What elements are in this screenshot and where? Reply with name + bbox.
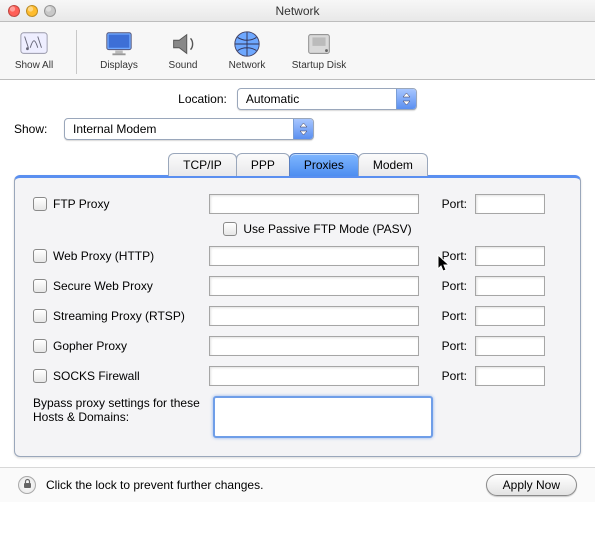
- close-window-button[interactable]: [8, 5, 20, 17]
- window-title: Network: [0, 4, 595, 18]
- show-label: Show:: [14, 122, 54, 136]
- show-value: Internal Modem: [73, 122, 293, 136]
- checkbox-icon: [33, 339, 47, 353]
- proxy-label: SOCKS Firewall: [53, 369, 140, 383]
- socks-proxy-port-input[interactable]: [475, 366, 545, 386]
- rtsp-proxy-check[interactable]: Streaming Proxy (RTSP): [33, 309, 203, 323]
- passive-ftp-label: Use Passive FTP Mode (PASV): [243, 222, 411, 236]
- toolbar-label: Startup Disk: [292, 60, 346, 71]
- bypass-label: Bypass proxy settings for these Hosts & …: [33, 396, 203, 424]
- proxies-panel: FTP Proxy Port: Use Passive FTP Mode (PA…: [14, 175, 581, 457]
- http-proxy-check[interactable]: Web Proxy (HTTP): [33, 249, 203, 263]
- proxy-row-ftp: FTP Proxy Port:: [33, 194, 562, 214]
- lock-icon: [23, 478, 32, 492]
- checkbox-icon: [33, 309, 47, 323]
- toolbar-label: Network: [229, 60, 266, 71]
- tab-label: Proxies: [304, 158, 344, 172]
- proxy-label: Secure Web Proxy: [53, 279, 153, 293]
- dropdown-arrows-icon: [396, 89, 416, 109]
- location-label: Location:: [178, 92, 227, 106]
- minimize-window-button[interactable]: [26, 5, 38, 17]
- proxy-row-http: Web Proxy (HTTP) Port:: [33, 246, 562, 266]
- socks-proxy-check[interactable]: SOCKS Firewall: [33, 369, 203, 383]
- tab-bar: TCP/IP PPP Proxies Modem: [0, 152, 595, 175]
- bypass-hosts-input[interactable]: [213, 396, 433, 438]
- http-proxy-port-input[interactable]: [475, 246, 545, 266]
- port-label: Port:: [425, 309, 469, 323]
- apply-label: Apply Now: [503, 478, 560, 492]
- socks-proxy-host-input[interactable]: [209, 366, 419, 386]
- proxy-row-https: Secure Web Proxy Port:: [33, 276, 562, 296]
- checkbox-icon: [223, 222, 237, 236]
- ftp-proxy-host-input[interactable]: [209, 194, 419, 214]
- rtsp-proxy-port-input[interactable]: [475, 306, 545, 326]
- toolbar: Show All Displays Sound Network Startup …: [0, 22, 595, 80]
- proxy-row-socks: SOCKS Firewall Port:: [33, 366, 562, 386]
- port-label: Port:: [425, 369, 469, 383]
- location-select[interactable]: Automatic: [237, 88, 417, 110]
- gopher-proxy-check[interactable]: Gopher Proxy: [33, 339, 203, 353]
- bypass-row: Bypass proxy settings for these Hosts & …: [33, 396, 562, 438]
- tab-proxies[interactable]: Proxies: [289, 153, 359, 176]
- show-all-icon: [18, 28, 50, 60]
- apply-now-button[interactable]: Apply Now: [486, 474, 577, 496]
- gopher-proxy-host-input[interactable]: [209, 336, 419, 356]
- checkbox-icon: [33, 197, 47, 211]
- toolbar-separator: [76, 30, 77, 74]
- toolbar-show-all[interactable]: Show All: [10, 28, 58, 71]
- sound-icon: [167, 28, 199, 60]
- gopher-proxy-port-input[interactable]: [475, 336, 545, 356]
- https-proxy-port-input[interactable]: [475, 276, 545, 296]
- display-icon: [103, 28, 135, 60]
- tab-tcpip[interactable]: TCP/IP: [168, 153, 237, 176]
- passive-ftp-check[interactable]: Use Passive FTP Mode (PASV): [223, 222, 411, 236]
- checkbox-icon: [33, 369, 47, 383]
- proxy-label: FTP Proxy: [53, 197, 109, 211]
- toolbar-label: Sound: [169, 60, 198, 71]
- toolbar-label: Displays: [100, 60, 138, 71]
- lock-text: Click the lock to prevent further change…: [46, 478, 263, 492]
- ftp-proxy-port-input[interactable]: [475, 194, 545, 214]
- network-icon: [231, 28, 263, 60]
- toolbar-label: Show All: [15, 60, 53, 71]
- https-proxy-host-input[interactable]: [209, 276, 419, 296]
- toolbar-network[interactable]: Network: [223, 28, 271, 71]
- checkbox-icon: [33, 249, 47, 263]
- tab-label: PPP: [251, 158, 275, 172]
- ftp-proxy-check[interactable]: FTP Proxy: [33, 197, 203, 211]
- show-row: Show: Internal Modem: [0, 118, 595, 148]
- footer: Click the lock to prevent further change…: [0, 467, 595, 502]
- location-row: Location: Automatic: [0, 80, 595, 118]
- tab-modem[interactable]: Modem: [358, 153, 428, 176]
- port-label: Port:: [425, 339, 469, 353]
- https-proxy-check[interactable]: Secure Web Proxy: [33, 279, 203, 293]
- toolbar-displays[interactable]: Displays: [95, 28, 143, 71]
- titlebar: Network: [0, 0, 595, 22]
- proxy-row-gopher: Gopher Proxy Port:: [33, 336, 562, 356]
- proxy-label: Web Proxy (HTTP): [53, 249, 154, 263]
- checkbox-icon: [33, 279, 47, 293]
- startup-disk-icon: [303, 28, 335, 60]
- tab-label: Modem: [373, 158, 413, 172]
- tab-label: TCP/IP: [183, 158, 222, 172]
- location-value: Automatic: [246, 92, 396, 106]
- toolbar-sound[interactable]: Sound: [159, 28, 207, 71]
- window-controls: [0, 5, 56, 17]
- show-select[interactable]: Internal Modem: [64, 118, 314, 140]
- rtsp-proxy-host-input[interactable]: [209, 306, 419, 326]
- port-label: Port:: [425, 197, 469, 211]
- tab-ppp[interactable]: PPP: [236, 153, 290, 176]
- port-label: Port:: [425, 279, 469, 293]
- proxy-label: Streaming Proxy (RTSP): [53, 309, 185, 323]
- toolbar-startup-disk[interactable]: Startup Disk: [287, 28, 351, 71]
- passive-ftp-row: Use Passive FTP Mode (PASV): [33, 222, 562, 236]
- proxy-row-rtsp: Streaming Proxy (RTSP) Port:: [33, 306, 562, 326]
- dropdown-arrows-icon: [293, 119, 313, 139]
- zoom-window-button[interactable]: [44, 5, 56, 17]
- port-label: Port:: [425, 249, 469, 263]
- lock-button[interactable]: [18, 476, 36, 494]
- proxy-label: Gopher Proxy: [53, 339, 127, 353]
- http-proxy-host-input[interactable]: [209, 246, 419, 266]
